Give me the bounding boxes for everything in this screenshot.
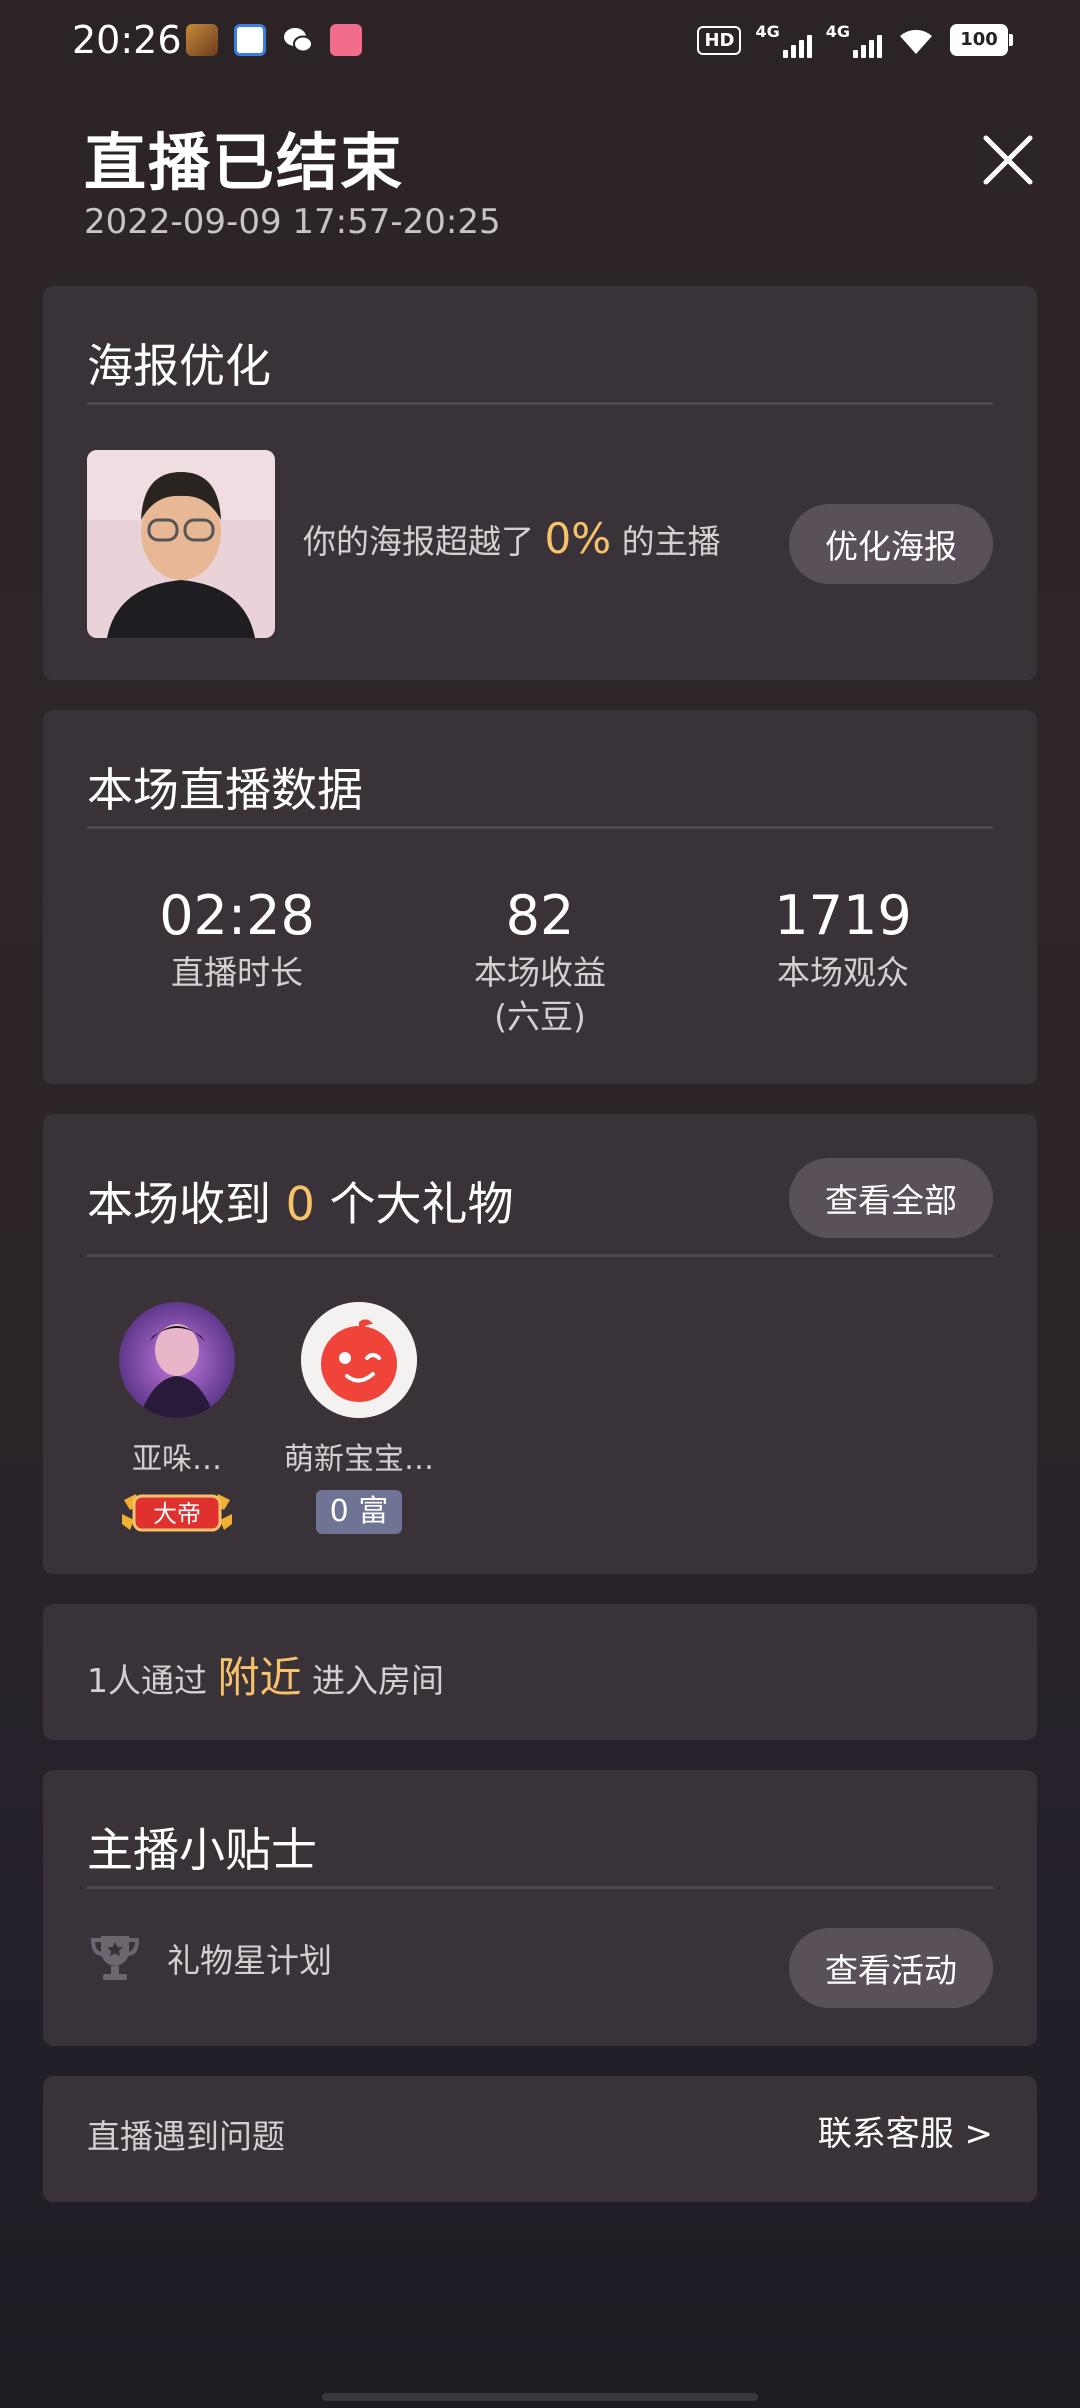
wechat-icon	[282, 24, 314, 56]
streamer-tips-card: 主播小贴士 礼物星计划 查看活动	[43, 1770, 1037, 2046]
stat-duration: 02:28 直播时长	[159, 884, 315, 992]
signal-icon: 4G	[755, 22, 812, 58]
browser-app-icon	[234, 24, 266, 56]
divider	[87, 1254, 993, 1257]
gift-user-name: 萌新宝宝…	[284, 1442, 434, 1477]
divider	[87, 826, 993, 829]
poster-percent: 0%	[544, 514, 612, 563]
gift-user[interactable]: 萌新宝宝… 0 富	[259, 1302, 459, 1534]
big-gifts-card: 本场收到 0 个大礼物 查看全部 亚哚… 大帝 萌新宝宝… 0 富	[43, 1114, 1037, 1574]
avatar	[119, 1302, 235, 1418]
issue-label: 直播遇到问题	[87, 2117, 285, 2156]
close-icon	[983, 135, 1033, 185]
nearby-highlight: 附近	[217, 1653, 302, 1702]
battery-icon: 100	[950, 24, 1013, 56]
gift-star-plan-item: 礼物星计划	[87, 1930, 332, 1986]
status-indicators: HD 4G 4G 100	[697, 22, 1013, 58]
poster-optimization-card: 海报优化 你的海报超越了 0% 的主播 优化海报	[43, 286, 1037, 680]
view-activity-button[interactable]: 查看活动	[789, 1928, 993, 2008]
status-bar: 20:26 HD 4G 4G 100	[0, 0, 1080, 86]
contact-support-link[interactable]: 联系客服 >	[818, 2106, 993, 2155]
trophy-icon	[90, 1936, 140, 1980]
status-app-icons	[186, 24, 362, 56]
gift-user-name: 亚哚…	[132, 1442, 222, 1477]
game-app-icon	[186, 24, 218, 56]
rich-level-badge: 0 富	[315, 1490, 403, 1534]
lolo-app-icon	[330, 24, 362, 56]
live-time-range: 2022-09-09 17:57-20:25	[84, 202, 501, 242]
page-title: 直播已结束	[84, 126, 405, 199]
view-all-button[interactable]: 查看全部	[789, 1158, 993, 1238]
tips-card-title: 主播小贴士	[87, 1823, 317, 1877]
hd-indicator: HD	[697, 25, 742, 55]
status-time: 20:26	[72, 18, 182, 62]
divider	[87, 1886, 993, 1889]
live-stats-card: 本场直播数据 02:28 直播时长 82 本场收益 (六豆) 1719 本场观众	[43, 710, 1037, 1084]
stat-audience: 1719 本场观众	[774, 884, 912, 992]
stat-earnings: 82 本场收益 (六豆)	[474, 884, 606, 1036]
gift-user[interactable]: 亚哚… 大帝	[77, 1302, 277, 1540]
stats-card-title: 本场直播数据	[87, 763, 363, 817]
svg-text:大帝: 大帝	[153, 1500, 201, 1528]
close-button[interactable]	[978, 130, 1038, 190]
signal-icon-2: 4G	[826, 22, 882, 58]
divider	[87, 402, 993, 405]
avatar	[301, 1302, 417, 1418]
wifi-icon	[900, 29, 932, 54]
emperor-badge: 大帝	[120, 1490, 234, 1536]
poster-photo	[87, 450, 275, 638]
gift-card-title: 本场收到 0 个大礼物	[87, 1177, 514, 1231]
home-indicator[interactable]	[322, 2393, 758, 2401]
tip-item-label: 礼物星计划	[167, 1941, 332, 1980]
gift-count: 0	[285, 1177, 315, 1231]
poster-rank-text: 你的海报超越了 0% 的主播	[303, 514, 721, 563]
live-issue-card: 直播遇到问题 联系客服 >	[43, 2076, 1037, 2202]
poster-card-title: 海报优化	[87, 339, 271, 393]
nearby-entry-card: 1人通过 附近 进入房间	[43, 1604, 1037, 1740]
optimize-poster-button[interactable]: 优化海报	[789, 504, 993, 584]
nearby-entry-text: 1人通过 附近 进入房间	[87, 1653, 445, 1702]
